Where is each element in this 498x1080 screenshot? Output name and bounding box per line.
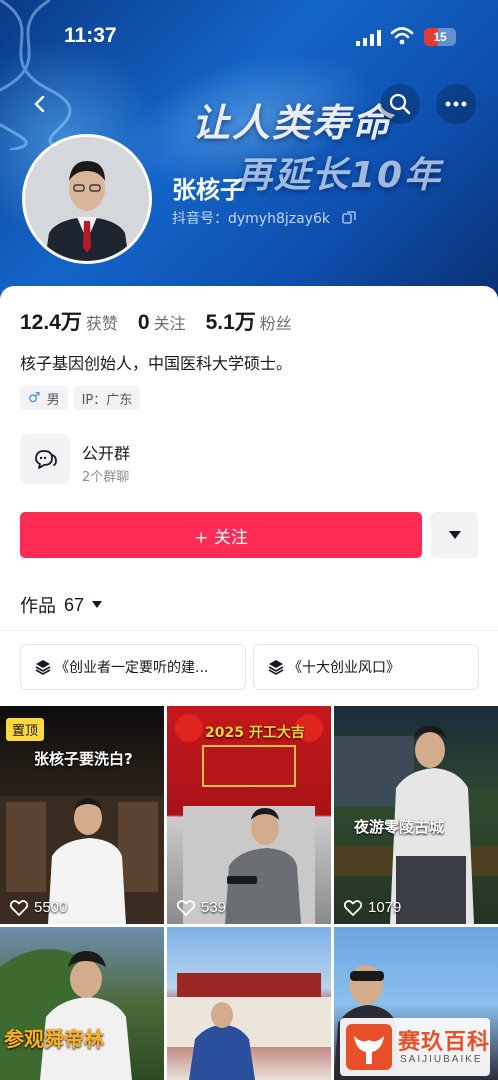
collection-stack-icon (268, 660, 284, 675)
following-count[interactable]: 0 (138, 311, 150, 335)
collection-label: 《十大创业风口》 (288, 660, 400, 676)
ip-tag: IP：广东 (73, 386, 141, 410)
pinned-badge: 置顶 (6, 718, 45, 741)
likes-count: 539 (201, 899, 227, 916)
recommend-dropdown-button[interactable] (431, 512, 478, 558)
group-subtitle: 2个群聊 (82, 470, 130, 485)
banner-slogan-line2: 再延长10年 (236, 155, 443, 196)
video-caption: 夜游零陵古城 (354, 818, 445, 836)
group-chat-icon (35, 450, 57, 469)
watermark-title: 赛玖百科 (398, 1030, 491, 1055)
chevron-left-icon (34, 95, 45, 113)
group-chat-button[interactable] (20, 434, 70, 484)
heart-outline-icon (10, 899, 28, 916)
video-thumbnail[interactable]: 夜游零陵古城 1079 (334, 706, 498, 924)
whale-tail-logo (346, 1024, 392, 1070)
collection-label: 《创业者一定要听的建... (55, 660, 209, 676)
video-likes: 1079 (344, 899, 401, 916)
banner-slogan-line1: 让人类寿命 (192, 101, 393, 145)
status-time: 11:37 (64, 24, 117, 47)
profile-name: 张核子 (172, 176, 244, 204)
profile-stats: 12.4万 获赞 0 关注 5.1万 粉丝 (20, 306, 312, 336)
likes-count: 1079 (368, 899, 402, 916)
video-caption: 参观舜帝林 (4, 1027, 104, 1051)
male-icon: ♂ (28, 390, 41, 406)
search-button[interactable] (380, 84, 420, 124)
caret-down-icon (92, 601, 103, 608)
video-scene (0, 949, 132, 1080)
divider (0, 630, 498, 631)
video-caption: 张核子要洗白? (34, 750, 133, 768)
status-bar: 11:37 15 (0, 22, 498, 52)
works-tab[interactable]: 作品 67 (20, 592, 103, 618)
video-thumbnail[interactable]: 参观舜帝林 (0, 927, 164, 1080)
gender-label: 男 (46, 392, 60, 408)
video-thumbnail[interactable]: 置顶 张核子要洗白? 5500 (0, 706, 164, 924)
gender-tag: ♂ 男 (20, 386, 68, 410)
douyin-id: 抖音号：dymyh8jzay6k (172, 211, 330, 227)
back-button[interactable] (20, 84, 60, 124)
profile-tags: ♂ 男 IP：广东 (20, 386, 141, 410)
more-options-button[interactable] (436, 84, 476, 124)
site-watermark: 赛玖百科 SAIJIUBAIKE (340, 1018, 490, 1076)
profile-bio: 核子基因创始人，中国医科大学硕士。 (20, 354, 293, 373)
video-likes: 539 (177, 899, 226, 916)
followers-label: 粉丝 (259, 314, 292, 333)
following-label: 关注 (153, 314, 186, 333)
copy-icon[interactable] (342, 210, 356, 224)
heart-outline-icon (177, 899, 195, 916)
ip-label: IP：广东 (81, 392, 133, 408)
follow-button[interactable]: + 关注 (20, 512, 422, 558)
followers-count[interactable]: 5.1万 (206, 306, 256, 336)
collection-top-ten-trends[interactable]: 《十大创业风口》 (253, 644, 479, 690)
cellular-signal-icon (356, 30, 381, 46)
likes-label: 获赞 (85, 314, 118, 333)
wifi-icon (390, 27, 414, 45)
likes-count: 5500 (34, 899, 68, 916)
caret-down-icon (448, 531, 461, 539)
battery-level: 15 (433, 30, 447, 44)
watermark-subtitle: SAIJIUBAIKE (400, 1054, 483, 1065)
collection-stack-icon (35, 660, 51, 675)
group-title[interactable]: 公开群 (82, 440, 130, 464)
video-caption: 2025 开工大吉 (205, 725, 305, 741)
video-thumbnail[interactable] (167, 927, 331, 1080)
video-thumbnail[interactable]: 2025 开工大吉 539 (167, 706, 331, 924)
avatar[interactable] (22, 134, 152, 264)
avatar-portrait (25, 137, 149, 261)
video-scene (167, 973, 331, 1080)
more-dots-icon (445, 101, 467, 107)
heart-outline-icon (344, 899, 362, 916)
video-scene (334, 726, 498, 924)
collection-entrepreneur-advice[interactable]: 《创业者一定要听的建... (20, 644, 246, 690)
works-count: 67 (64, 594, 85, 615)
video-likes: 5500 (10, 899, 67, 916)
battery-indicator: 15 (424, 28, 456, 46)
likes-count[interactable]: 12.4万 (20, 306, 82, 336)
works-label: 作品 (20, 596, 56, 617)
search-icon (389, 93, 411, 115)
